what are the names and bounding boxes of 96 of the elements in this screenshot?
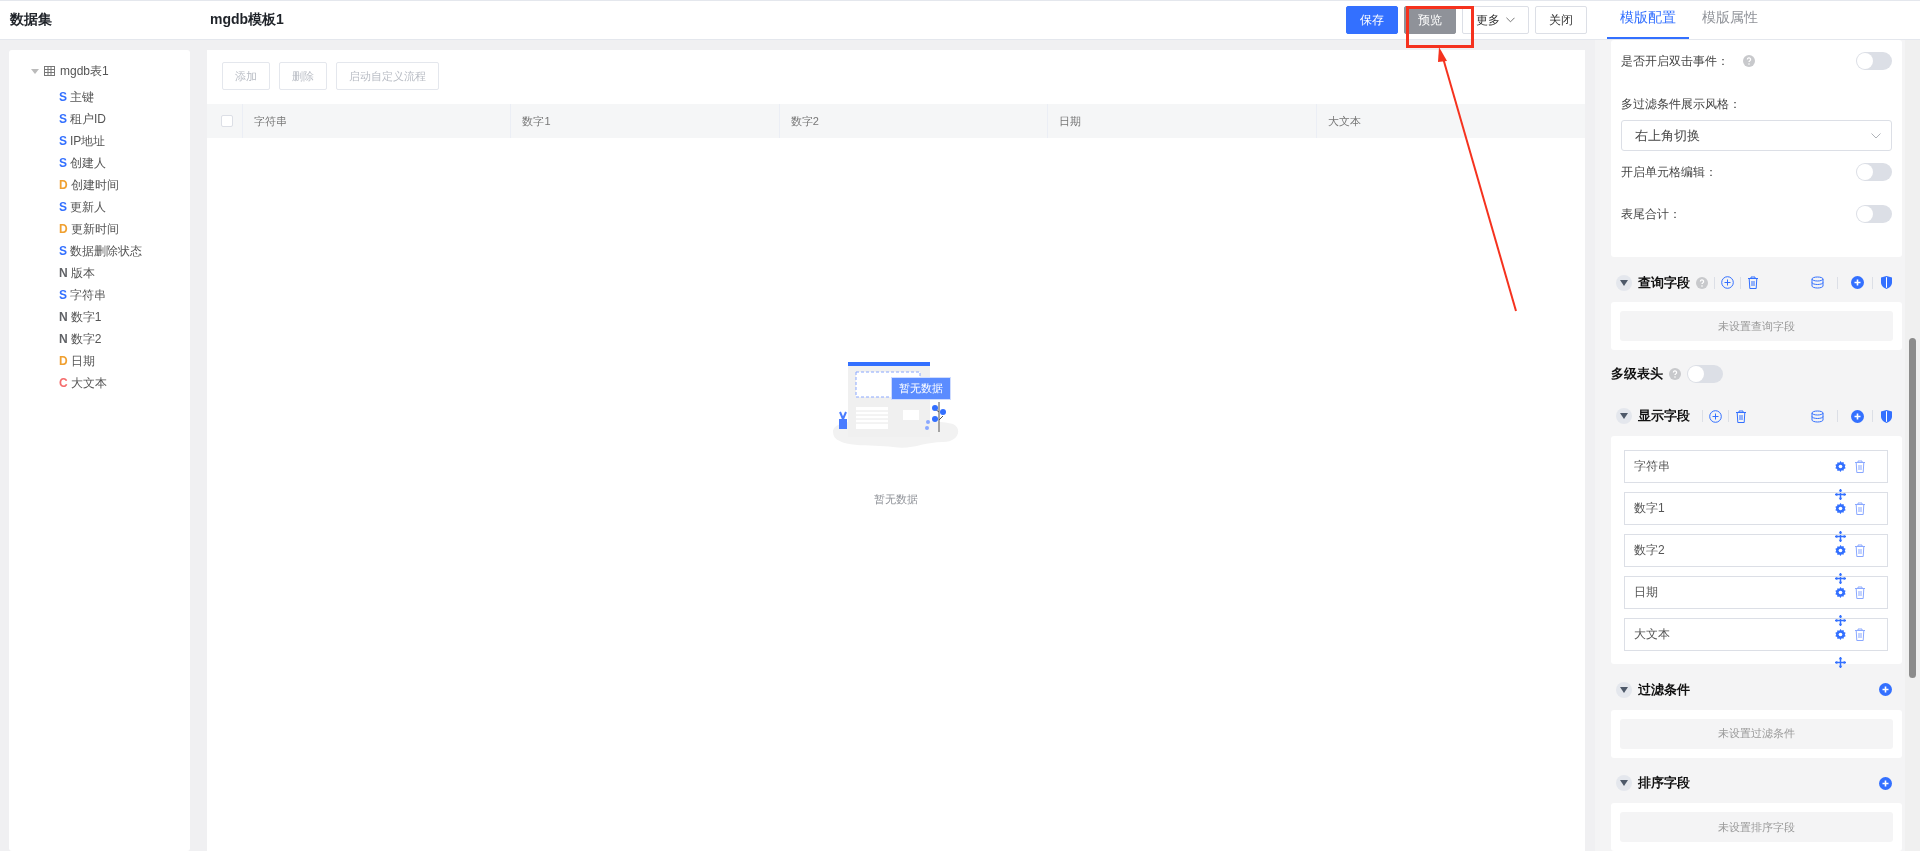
column-header: 数字2 xyxy=(779,104,1049,138)
chevron-icon xyxy=(1871,132,1881,139)
add-icon[interactable] xyxy=(1879,776,1892,790)
caret-icon xyxy=(1620,279,1628,286)
column-header: 数字1 xyxy=(511,104,780,138)
header-button[interactable]: 更多 xyxy=(1462,6,1529,34)
header-button[interactable]: 关闭 xyxy=(1535,6,1587,34)
add-icon[interactable] xyxy=(1851,409,1864,423)
move-icon[interactable] xyxy=(1835,615,1846,627)
field-name[interactable]: 更新时间 xyxy=(70,220,119,238)
collapse-toggle[interactable] xyxy=(1616,775,1632,792)
type-letter: N xyxy=(59,310,68,324)
field-name[interactable]: 创建时间 xyxy=(70,176,119,194)
collapse-toggle[interactable] xyxy=(1616,408,1632,425)
caret-icon xyxy=(1620,686,1628,693)
add-icon[interactable] xyxy=(1721,276,1734,290)
section-title: 过滤条件 xyxy=(1638,680,1690,699)
table-icon xyxy=(44,66,55,76)
section-title: 排序字段 xyxy=(1638,774,1690,793)
setting-label: 是否开启双击事件： xyxy=(1621,52,1729,70)
page-title: mgdb模板1 xyxy=(210,11,284,29)
field-name[interactable]: 数据删除状态 xyxy=(70,242,142,260)
settings-icon[interactable] xyxy=(1835,461,1846,473)
setting-label: 表尾合计： xyxy=(1621,205,1681,223)
field-name[interactable]: 大文本 xyxy=(70,374,107,392)
database-icon[interactable] xyxy=(1811,409,1824,423)
type-letter: D xyxy=(59,222,68,236)
type-letter: N xyxy=(59,332,68,346)
type-letter: S xyxy=(59,112,67,126)
highlight-frame xyxy=(1406,6,1474,48)
tree-item[interactable]: mgdb表1 xyxy=(60,62,109,80)
move-icon[interactable] xyxy=(1835,531,1846,543)
field-name[interactable]: 数字1 xyxy=(70,308,102,326)
setting-label: 开启单元格编辑： xyxy=(1621,163,1717,181)
toggle-switch[interactable] xyxy=(1687,364,1723,383)
field-name[interactable]: 数字2 xyxy=(70,330,102,348)
column-header: 日期 xyxy=(1048,104,1317,138)
section-title: 显示字段 xyxy=(1638,407,1690,426)
add-icon[interactable] xyxy=(1709,409,1722,423)
settings-icon[interactable] xyxy=(1835,545,1846,557)
header-button[interactable]: 保存 xyxy=(1346,6,1398,34)
column-header: 大文本 xyxy=(1326,113,1362,129)
caret-icon xyxy=(1620,780,1628,787)
type-letter: N xyxy=(59,266,68,280)
type-letter: S xyxy=(59,200,67,214)
settings-icon[interactable] xyxy=(1835,629,1846,641)
type-letter: S xyxy=(59,244,67,258)
delete-icon[interactable] xyxy=(1854,586,1866,600)
empty-text: 暂无数据 xyxy=(874,492,918,507)
settings-icon[interactable] xyxy=(1835,503,1846,515)
field-name[interactable]: 租户ID xyxy=(70,110,106,128)
caret-icon xyxy=(1620,413,1628,420)
delete-icon[interactable] xyxy=(1854,628,1866,642)
delete-icon[interactable] xyxy=(1854,502,1866,516)
field-name[interactable]: 版本 xyxy=(70,264,95,282)
field-name[interactable]: 主键 xyxy=(70,88,94,106)
add-icon[interactable] xyxy=(1879,683,1892,697)
checkbox[interactable] xyxy=(221,115,233,127)
type-letter: S xyxy=(59,134,67,148)
empty-badge: 暂无数据 xyxy=(891,377,951,400)
toggle-switch[interactable] xyxy=(1856,205,1892,223)
delete-icon[interactable] xyxy=(1747,276,1759,290)
type-letter: C xyxy=(59,376,68,390)
settings-icon[interactable] xyxy=(1835,587,1846,599)
section-title: 多级表头 xyxy=(1611,364,1663,383)
section-title: 查询字段 xyxy=(1638,273,1690,292)
move-icon[interactable] xyxy=(1835,573,1846,585)
delete-icon[interactable] xyxy=(1854,460,1866,474)
type-letter: S xyxy=(59,90,67,104)
type-letter: D xyxy=(59,354,68,368)
field-name[interactable]: IP地址 xyxy=(70,132,106,150)
scrollbar[interactable] xyxy=(1905,40,1920,851)
type-letter: S xyxy=(59,288,67,302)
collapse-toggle[interactable] xyxy=(1616,274,1632,291)
select-field[interactable]: 右上角切换 xyxy=(1621,120,1892,151)
field-name[interactable]: 创建人 xyxy=(70,154,106,172)
move-icon[interactable] xyxy=(1835,489,1846,501)
toggle-switch[interactable] xyxy=(1856,52,1892,70)
collapse-toggle[interactable] xyxy=(1616,681,1632,698)
type-letter: D xyxy=(59,178,68,192)
shield-icon[interactable] xyxy=(1881,276,1892,290)
move-icon[interactable] xyxy=(1835,657,1846,669)
database-icon[interactable] xyxy=(1811,276,1824,290)
field-name[interactable]: 日期 xyxy=(70,352,95,370)
chevron-icon xyxy=(1506,17,1515,23)
column-header: 字符串 xyxy=(243,104,512,138)
toggle-switch[interactable] xyxy=(1856,163,1892,181)
delete-icon[interactable] xyxy=(1735,409,1747,423)
field-name[interactable]: 字符串 xyxy=(70,286,106,304)
shield-icon[interactable] xyxy=(1881,409,1892,423)
setting-label: 多过滤条件展示风格： xyxy=(1621,96,1742,113)
delete-icon[interactable] xyxy=(1854,544,1866,558)
add-icon[interactable] xyxy=(1851,276,1864,290)
type-letter: S xyxy=(59,156,67,170)
panel-title: 数据集 xyxy=(9,11,52,29)
field-name[interactable]: 更新人 xyxy=(70,198,106,216)
